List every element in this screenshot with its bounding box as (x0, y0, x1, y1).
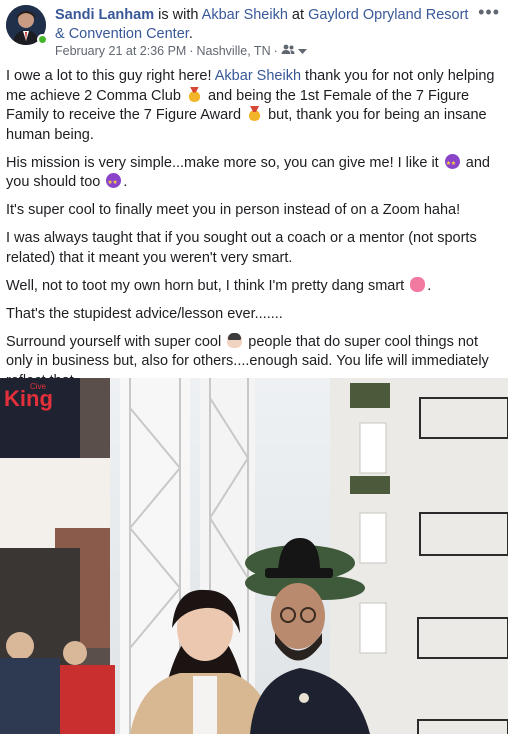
chevron-down-icon[interactable] (297, 44, 307, 58)
post-text: I owe a lot to this guy right here! Akba… (6, 67, 502, 400)
post-attribution: Sandi Lanham is with Akbar Sheikh at Gay… (55, 6, 475, 44)
paragraph-1: I owe a lot to this guy right here! Akba… (6, 67, 502, 145)
paragraph-2: His mission is very simple...make more s… (6, 153, 502, 194)
medal-emoji-icon (247, 106, 263, 121)
p5-text-b: . (427, 277, 432, 294)
meta-separator-2: · (273, 44, 278, 58)
place-end: . (188, 26, 193, 42)
more-options-icon[interactable]: ••• (478, 2, 500, 23)
p7-text-a: Surround yourself with super cool (6, 333, 226, 350)
brain-emoji-icon (410, 276, 426, 292)
post-header: Sandi Lanham is with Akbar Sheikh at Gay… (0, 0, 508, 60)
friends-audience-icon[interactable] (281, 44, 295, 58)
p1-text-a: I owe a lot to this guy right here! (6, 68, 215, 84)
paragraph-4: I was always taught that if you sought o… (6, 230, 477, 266)
paragraph-5: Well, not to toot my own horn but, I thi… (6, 276, 502, 297)
star-struck-emoji-icon (106, 173, 122, 194)
author-name-link[interactable]: Sandi Lanham (55, 7, 154, 23)
woman-emoji-icon (227, 332, 243, 348)
p2-text-c: . (123, 174, 128, 190)
meta-separator: · (189, 44, 194, 58)
online-status-dot (37, 34, 48, 45)
location-link[interactable]: Nashville, TN (197, 44, 271, 58)
sign-small-text: Cive (30, 382, 47, 391)
photo-image: King Cive (0, 378, 508, 734)
with-text: is with (154, 7, 202, 23)
p2-text-a: His mission is very simple...make more s… (6, 154, 443, 171)
medal-emoji-icon (186, 86, 202, 102)
mention-link[interactable]: Akbar Sheikh (215, 68, 301, 84)
timestamp-link[interactable]: February 21 at 2:36 PM (55, 44, 186, 58)
p5-text-a: Well, not to toot my own horn but, I thi… (6, 277, 409, 294)
at-text: at (287, 7, 309, 23)
paragraph-6: That's the stupidest advice/lesson ever.… (6, 305, 283, 322)
star-struck-emoji-icon (444, 153, 460, 174)
post-photo[interactable]: King Cive (0, 378, 508, 734)
post-meta: February 21 at 2:36 PM · Nashville, TN · (55, 44, 307, 58)
tagged-person-link[interactable]: Akbar Sheikh (202, 7, 288, 23)
paragraph-3: It's super cool to finally meet you in p… (6, 202, 461, 218)
